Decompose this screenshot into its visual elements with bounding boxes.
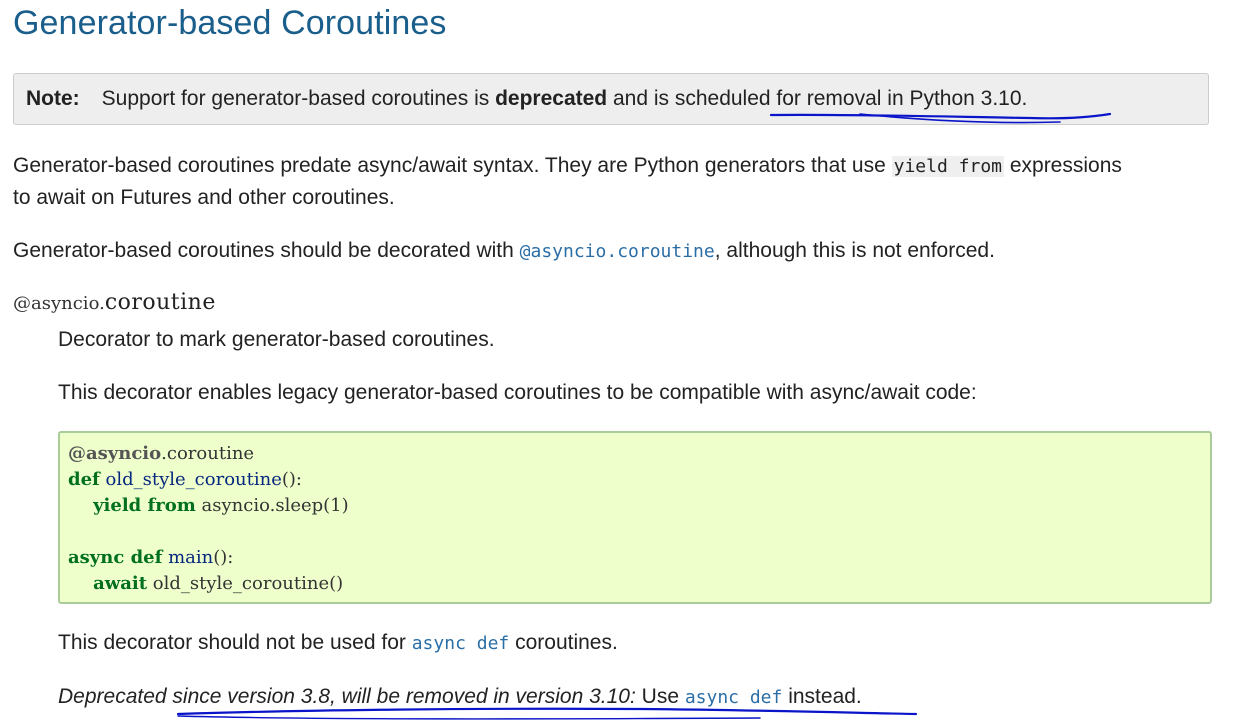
- decorated-text-after: , although this is not enforced.: [714, 239, 995, 262]
- deprecated-text: Use: [635, 685, 685, 708]
- deprecated-text-after: instead.: [782, 685, 862, 708]
- code-token: async: [68, 547, 125, 568]
- code-token: asyncio.sleep(1): [195, 495, 349, 516]
- code-token: old_style_coroutine(): [147, 573, 344, 594]
- paragraph-decorated: Generator-based coroutines should be dec…: [13, 235, 995, 267]
- code-token: main: [162, 547, 214, 568]
- deprecated-notice: Deprecated since version 3.8, will be re…: [58, 681, 1213, 713]
- code-token: from: [141, 495, 196, 516]
- code-token: def: [68, 469, 100, 490]
- code-token: ():: [213, 547, 234, 568]
- code-token: yield: [68, 495, 142, 516]
- underline-deprecated-tail: [177, 715, 761, 720]
- note-text-before: Support for generator-based coroutines i…: [101, 87, 496, 110]
- decorated-text: Generator-based coroutines should be dec…: [13, 239, 520, 262]
- intro-line2: to await on Futures and other coroutines…: [13, 186, 395, 209]
- code-token: def: [124, 547, 163, 568]
- code-token: .coroutine: [161, 443, 255, 464]
- description-line2: This decorator enables legacy generator-…: [58, 381, 977, 404]
- code-token: @asyncio: [68, 443, 162, 464]
- note-admonition: Note: Support for generator-based corout…: [13, 73, 1209, 125]
- code-token: await: [68, 573, 148, 594]
- code-example-block: @asyncio.coroutine def old_style_corouti…: [58, 431, 1212, 604]
- link-asyncio-coroutine[interactable]: @asyncio.coroutine: [520, 241, 715, 262]
- description-line1: Decorator to mark generator-based corout…: [58, 328, 495, 351]
- deprecated-label: Deprecated since version 3.8, will be re…: [58, 685, 636, 708]
- code-token: old_style_coroutine: [99, 469, 282, 490]
- signature-name: coroutine: [104, 290, 216, 315]
- link-async-def[interactable]: async def: [412, 633, 510, 654]
- intro-text: Generator-based coroutines predate async…: [13, 154, 892, 177]
- page-title: Generator-based Coroutines: [13, 4, 447, 42]
- paragraph-not-async-def: This decorator should not be used for as…: [58, 627, 1213, 659]
- signature-prefix: @asyncio.: [13, 293, 105, 314]
- note-text-after: and is scheduled for removal in Python 3…: [607, 87, 1028, 110]
- not-async-text: This decorator should not be used for: [58, 631, 412, 654]
- note-title: Note:: [26, 87, 80, 110]
- function-signature: @asyncio.coroutine: [13, 290, 216, 315]
- paragraph-intro: Generator-based coroutines predate async…: [13, 150, 1213, 213]
- inline-code-yield-from: yield from: [891, 156, 1004, 177]
- code-token: ():: [281, 469, 302, 490]
- link-async-def-instead[interactable]: async def: [685, 687, 783, 708]
- intro-text-after: expressions: [1004, 154, 1122, 177]
- note-bold-deprecated: deprecated: [495, 87, 608, 110]
- not-async-text-after: coroutines.: [509, 631, 618, 654]
- note-text: Support for generator-based coroutines i…: [102, 87, 1028, 111]
